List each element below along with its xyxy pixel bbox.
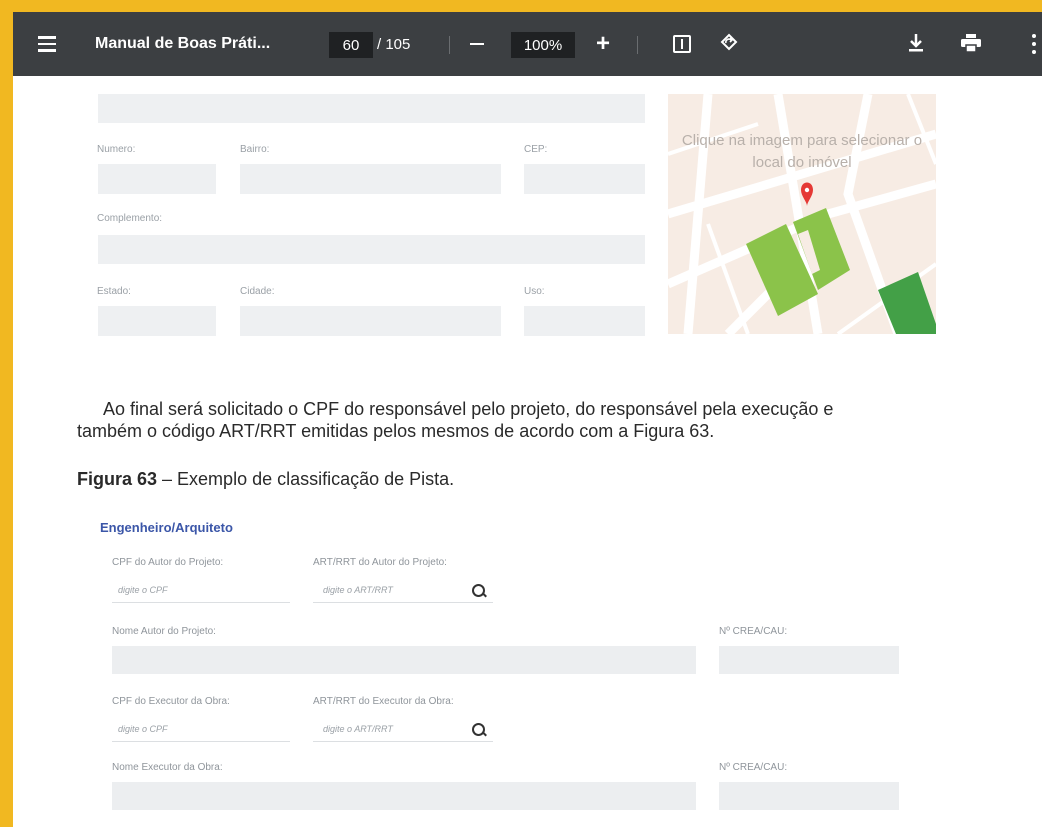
nome-autor-field <box>112 646 696 674</box>
body-paragraph: Ao final será solicitado o CPF do respon… <box>77 398 1042 442</box>
paragraph-line: Ao final será solicitado o CPF do respon… <box>103 399 834 419</box>
bairro-label: Bairro: <box>240 144 270 155</box>
cpf-autor-field: digite o CPF <box>112 578 290 603</box>
cep-field <box>524 164 645 194</box>
art-executor-field: digite o ART/RRT <box>313 717 493 742</box>
document-title: Manual de Boas Práti... <box>95 35 271 52</box>
paragraph-line: também o código ART/RRT emitidas pelos m… <box>77 421 715 441</box>
art-autor-placeholder: digite o ART/RRT <box>323 585 393 595</box>
estado-label: Estado: <box>97 286 131 297</box>
zoom-in-button[interactable]: + <box>596 12 610 76</box>
zoom-out-button[interactable] <box>469 12 485 76</box>
cpf-executor-field: digite o CPF <box>112 717 290 742</box>
numero-label: Numero: <box>97 144 136 155</box>
crea-autor-label: Nº CREA/CAU: <box>719 626 788 637</box>
map-pin-icon <box>801 182 813 206</box>
map-hint-text[interactable]: Clique na imagem para selecionar o local… <box>668 130 936 174</box>
bairro-field <box>240 164 501 194</box>
download-icon[interactable] <box>908 32 924 54</box>
nome-executor-label: Nome Executor da Obra: <box>112 762 223 773</box>
print-icon[interactable] <box>961 34 981 52</box>
zoom-level-input[interactable]: 100% <box>511 32 575 58</box>
search-icon <box>472 584 485 597</box>
crea-executor-label: Nº CREA/CAU: <box>719 762 788 773</box>
crea-autor-field <box>719 646 899 674</box>
uso-field <box>524 306 645 336</box>
cpf-autor-placeholder: digite o CPF <box>118 585 168 595</box>
toolbar-divider <box>449 36 450 54</box>
uso-label: Uso: <box>524 286 545 297</box>
toolbar-divider <box>637 36 638 54</box>
search-icon <box>472 723 485 736</box>
fit-page-icon[interactable] <box>673 35 691 53</box>
caption-figure-number: Figura 63 <box>77 469 158 489</box>
pdf-page: Numero: Bairro: CEP: Complemento: Estado… <box>13 76 1042 827</box>
address-field <box>98 94 645 123</box>
more-vert-icon[interactable] <box>1032 34 1036 54</box>
art-executor-placeholder: digite o ART/RRT <box>323 724 393 734</box>
location-map: Clique na imagem para selecionar o local… <box>668 94 936 334</box>
menu-icon[interactable] <box>37 12 57 76</box>
cep-label: CEP: <box>524 144 548 155</box>
figure-form-title: Engenheiro/Arquiteto <box>100 520 233 535</box>
cidade-label: Cidade: <box>240 286 275 297</box>
complemento-label: Complemento: <box>97 213 163 224</box>
art-autor-field: digite o ART/RRT <box>313 578 493 603</box>
page-number-input[interactable]: 60 <box>329 32 373 58</box>
rotate-icon[interactable] <box>719 33 739 53</box>
cidade-field <box>240 306 501 336</box>
cpf-executor-placeholder: digite o CPF <box>118 724 168 734</box>
numero-field <box>98 164 216 194</box>
highlight-frame-top <box>0 0 1042 12</box>
page-total: / 105 <box>377 35 411 53</box>
pdf-toolbar: Manual de Boas Práti... 60 / 105 100% + <box>13 12 1042 76</box>
complemento-field <box>98 235 645 264</box>
art-autor-label: ART/RRT do Autor do Projeto: <box>313 557 447 568</box>
crea-executor-field <box>719 782 899 810</box>
highlight-frame-left <box>0 0 13 827</box>
estado-field <box>98 306 216 336</box>
caption-text: – Exemplo de classificação de Pista. <box>157 469 455 489</box>
cpf-executor-label: CPF do Executor da Obra: <box>112 696 230 707</box>
nome-autor-label: Nome Autor do Projeto: <box>112 626 216 637</box>
figure-caption: Figura 63 – Exemplo de classificação de … <box>77 469 454 490</box>
art-executor-label: ART/RRT do Executor da Obra: <box>313 696 454 707</box>
nome-executor-field <box>112 782 696 810</box>
cpf-autor-label: CPF do Autor do Projeto: <box>112 557 224 568</box>
